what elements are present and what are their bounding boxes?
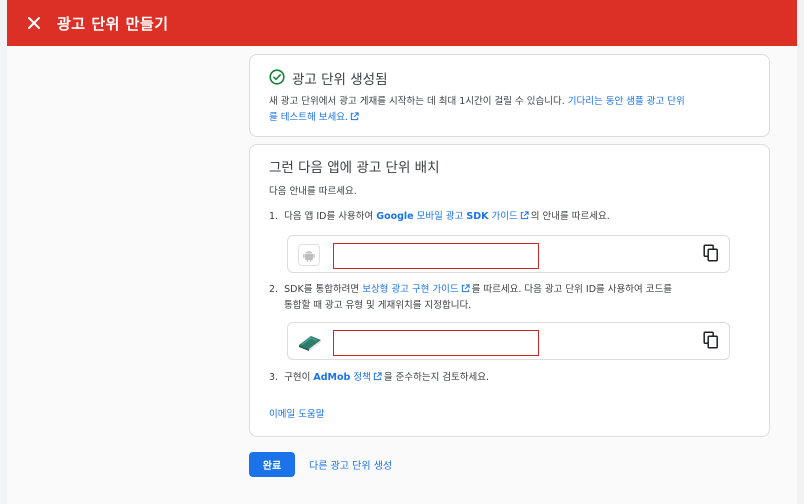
ad-unit-icon [299, 336, 321, 351]
sample-ad-unit-link-cont[interactable]: 를 테스트해 보세요. [269, 112, 348, 123]
admob-policy-link-policy[interactable]: 정책 [353, 372, 370, 383]
sdk-guide-link-mobile[interactable]: 모바일 광고 [417, 211, 464, 222]
step-1-number: 1. [269, 211, 279, 222]
admob-policy-link-admob[interactable]: AdMob [313, 372, 350, 383]
check-circle-icon [269, 69, 285, 85]
header-bar: 광고 단위 만들기 [7, 0, 797, 46]
step-2-number: 2. [269, 284, 279, 295]
step-2: 2. SDK를 통합하려면 보상형 광고 구현 가이드 를 따르세요. 다음 광고… [269, 282, 672, 298]
success-message: 새 광고 단위에서 광고 게재를 시작하는 데 최대 1시간이 걸릴 수 있습니… [269, 94, 685, 110]
sample-ad-unit-link[interactable]: 기다리는 동안 샘플 광고 단위 [568, 96, 685, 107]
instructions-intro: 다음 안내를 따르세요. [269, 186, 357, 197]
copy-icon[interactable] [703, 244, 719, 262]
redacted-app-id [333, 243, 539, 269]
redacted-ad-unit-id [333, 330, 539, 356]
step-3-number: 3. [269, 372, 279, 383]
success-card: 광고 단위 생성됨 새 광고 단위에서 광고 게재를 시작하는 데 최대 1시간… [249, 54, 770, 137]
placement-title: 그런 다음 앱에 광고 단위 배치 [269, 160, 440, 176]
step-1-suffix: 의 안내를 따르세요. [530, 211, 610, 222]
rewarded-guide-link[interactable]: 보상형 광고 구현 가이드 [362, 284, 458, 295]
step-3: 3. 구현이 AdMob 정책 을 준수하는지 검토하세요. [269, 370, 489, 386]
placement-card: 그런 다음 앱에 광고 단위 배치 다음 안내를 따르세요. 1. 다음 앱 I… [249, 144, 770, 437]
success-body-text: 새 광고 단위에서 광고 게재를 시작하는 데 최대 1시간이 걸릴 수 있습니… [269, 96, 565, 107]
main-content: 광고 단위 생성됨 새 광고 단위에서 광고 게재를 시작하는 데 최대 1시간… [7, 46, 797, 504]
sdk-guide-link-guide[interactable]: 가이드 [492, 211, 518, 222]
step-1: 1. 다음 앱 ID를 사용하여 Google 모바일 광고 SDK 가이드 의 … [269, 209, 610, 225]
sdk-guide-link-google[interactable]: Google [376, 211, 413, 222]
step-3-prefix: 구현이 [284, 372, 311, 383]
page-title: 광고 단위 만들기 [57, 14, 169, 33]
external-link-icon [520, 211, 529, 220]
external-link-icon [461, 284, 470, 293]
done-button[interactable]: 완료 [249, 452, 295, 477]
external-link-icon [350, 112, 359, 121]
success-message-line2: 를 테스트해 보세요. [269, 110, 361, 126]
app-id-box [287, 235, 730, 273]
email-help-link[interactable]: 이메일 도움말 [269, 407, 324, 423]
ad-unit-id-box [287, 322, 730, 360]
external-link-icon [373, 372, 382, 381]
create-another-ad-unit-link[interactable]: 다른 광고 단위 생성 [309, 457, 392, 472]
sdk-guide-link-sdk[interactable]: SDK [466, 211, 488, 222]
step-2-suffix: 를 따르세요. 다음 광고 단위 ID를 사용하여 코드를 [471, 284, 673, 295]
step-2-prefix: SDK를 통합하려면 [284, 284, 360, 295]
step-3-suffix: 을 준수하는지 검토하세요. [383, 372, 490, 383]
android-icon [298, 244, 320, 266]
step-1-prefix: 다음 앱 ID를 사용하여 [284, 211, 374, 222]
copy-icon[interactable] [703, 331, 719, 349]
success-title: 광고 단위 생성됨 [292, 72, 388, 88]
close-icon[interactable] [26, 15, 42, 31]
step-2-line2: 통합할 때 광고 유형 및 게재위치를 지정합니다. [284, 300, 472, 311]
